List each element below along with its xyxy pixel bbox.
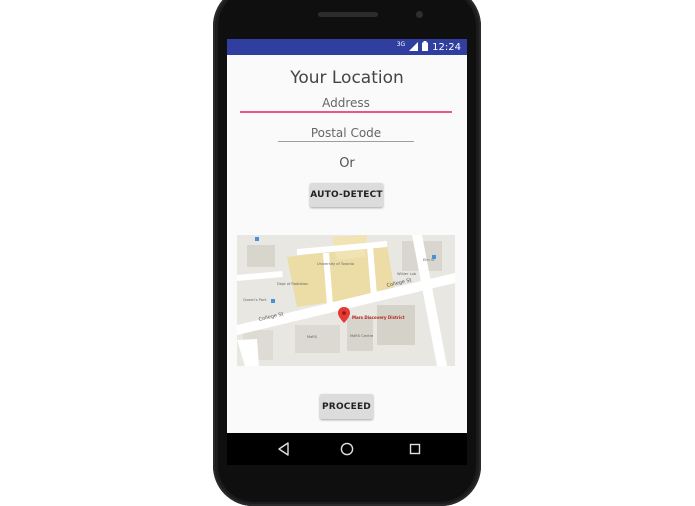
transit-icon bbox=[255, 237, 259, 241]
map-canvas: College St College St University of Toro… bbox=[237, 235, 455, 366]
or-label: Or bbox=[339, 156, 355, 171]
speaker-grille bbox=[318, 12, 378, 17]
page-title: Your Location bbox=[290, 68, 404, 88]
auto-detect-button[interactable]: AUTO-DETECT bbox=[310, 183, 383, 207]
poi-label: University of Toronto bbox=[317, 262, 354, 266]
proceed-button[interactable]: PROCEED bbox=[320, 394, 373, 419]
battery-icon bbox=[422, 41, 429, 54]
transit-icon bbox=[271, 299, 275, 303]
marker-label: Mars Discovery District bbox=[352, 315, 405, 320]
square-recents-icon[interactable] bbox=[407, 441, 423, 457]
postal-code-input[interactable] bbox=[278, 125, 414, 142]
poi-label: Queen's Park bbox=[243, 298, 267, 302]
building-block bbox=[295, 325, 340, 353]
navigation-bar bbox=[227, 433, 467, 465]
address-input[interactable] bbox=[240, 95, 452, 113]
front-camera bbox=[416, 11, 423, 18]
network-type: 3G bbox=[396, 40, 406, 48]
poi-label: MaRS bbox=[307, 335, 318, 339]
location-map[interactable]: College St College St University of Toro… bbox=[237, 235, 455, 366]
transit-icon bbox=[432, 255, 436, 259]
poi-label: Dept of Radiation bbox=[277, 282, 308, 286]
app-screen: 3G 12:24 Your Location Or AUTO-DETECT bbox=[227, 39, 467, 433]
poi-label: MaRS Centre bbox=[350, 334, 374, 338]
signal-icon bbox=[409, 41, 419, 54]
status-time: 12:24 bbox=[432, 42, 461, 53]
building-block bbox=[247, 245, 275, 267]
status-icons: 3G 12:24 bbox=[397, 41, 461, 54]
poi-label: Wilder Lab bbox=[397, 272, 417, 276]
triangle-back-icon[interactable] bbox=[276, 441, 292, 457]
status-bar: 3G 12:24 bbox=[227, 39, 467, 55]
building-block bbox=[377, 305, 415, 345]
circle-home-icon[interactable] bbox=[339, 441, 355, 457]
